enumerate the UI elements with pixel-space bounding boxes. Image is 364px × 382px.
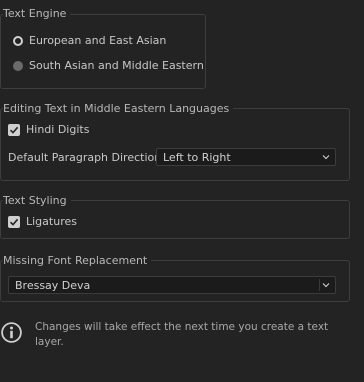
- hindi-digits-checkbox[interactable]: Hindi Digits: [8, 123, 89, 136]
- text-styling-group: Text Styling Ligatures: [0, 194, 350, 239]
- middle-eastern-title: Editing Text in Middle Eastern Languages: [3, 102, 234, 116]
- missing-font-group: Missing Font Replacement Bressay Deva: [0, 254, 350, 302]
- info-icon: [1, 322, 22, 343]
- missing-font-title: Missing Font Replacement: [3, 254, 152, 268]
- ligatures-checkbox[interactable]: Ligatures: [8, 215, 77, 228]
- radio-european-east-asian[interactable]: European and East Asian: [13, 34, 166, 47]
- checkmark-icon: [8, 123, 20, 136]
- radio-selected-icon: [13, 35, 23, 46]
- text-styling-title: Text Styling: [3, 194, 71, 208]
- paragraph-direction-label: Default Paragraph Direction:: [8, 151, 165, 164]
- text-engine-title: Text Engine: [3, 7, 71, 21]
- select-divider: [319, 279, 320, 291]
- paragraph-direction-value: Left to Right: [163, 150, 231, 164]
- missing-font-value: Bressay Deva: [15, 278, 91, 292]
- radio-south-asian-label: South Asian and Middle Eastern: [29, 59, 204, 72]
- middle-eastern-group: Editing Text in Middle Eastern Languages…: [0, 102, 350, 181]
- chevron-down-icon: [322, 283, 330, 288]
- radio-european-label: European and East Asian: [29, 34, 167, 47]
- checkmark-icon: [8, 215, 20, 228]
- chevron-down-icon: [322, 155, 330, 160]
- radio-south-asian-middle-eastern[interactable]: South Asian and Middle Eastern: [13, 59, 204, 72]
- radio-unselected-icon: [13, 60, 23, 71]
- info-message: Changes will take effect the next time y…: [35, 321, 329, 348]
- ligatures-label: Ligatures: [26, 215, 77, 228]
- missing-font-select[interactable]: Bressay Deva: [8, 276, 336, 294]
- hindi-digits-label: Hindi Digits: [26, 123, 90, 136]
- paragraph-direction-select[interactable]: Left to Right: [156, 148, 336, 166]
- text-engine-group: Text Engine European and East Asian Sout…: [0, 7, 206, 89]
